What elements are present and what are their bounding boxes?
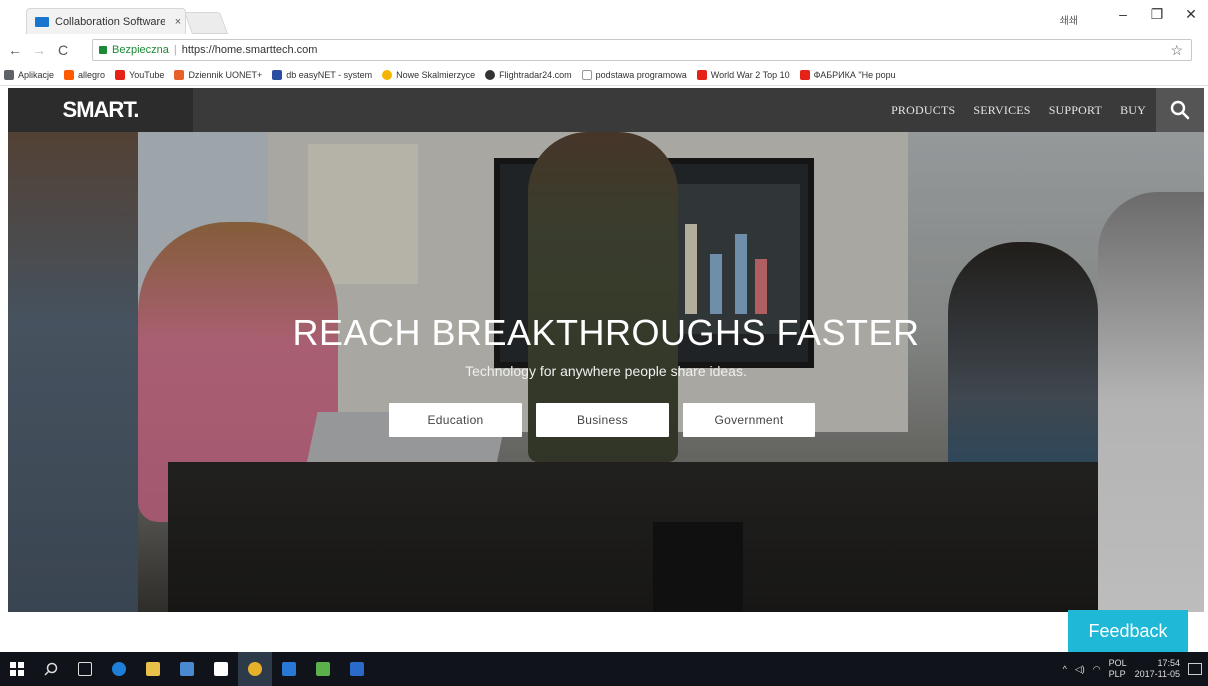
youtube-icon — [799, 69, 810, 80]
bookmark-youtube[interactable]: YouTube — [115, 69, 164, 80]
clock[interactable]: 17:54 2017-11-05 — [1135, 658, 1180, 680]
file-explorer-button[interactable] — [136, 652, 170, 686]
bookmark-easynet[interactable]: db easyNET - system — [272, 69, 372, 80]
url-text[interactable]: https://home.smarttech.com — [182, 44, 318, 56]
nav-services[interactable]: SERVICES — [973, 103, 1030, 118]
search-taskbar-button[interactable] — [34, 652, 68, 686]
checkmark-icon — [282, 662, 296, 676]
edge-icon — [112, 662, 126, 676]
app-button-4[interactable] — [340, 652, 374, 686]
store-button[interactable] — [204, 652, 238, 686]
task-view-button[interactable] — [68, 652, 102, 686]
task-view-icon — [78, 662, 92, 676]
nav-buy[interactable]: BUY — [1120, 103, 1146, 118]
logo-link[interactable]: SMART. — [8, 88, 193, 132]
windows-logo-icon — [10, 662, 24, 676]
url-separator: | — [173, 44, 177, 56]
cta-row: Education Business Government — [389, 403, 815, 437]
new-tab-button[interactable] — [183, 12, 229, 34]
close-window-icon[interactable]: ✕ — [1174, 6, 1208, 23]
easynet-icon — [272, 69, 283, 80]
notifications-icon[interactable] — [1188, 663, 1202, 675]
minimize-icon[interactable]: – — [1106, 6, 1140, 23]
apps-grid-icon — [4, 69, 14, 80]
maximize-icon[interactable]: ❐ — [1140, 6, 1174, 23]
browser-toolbar: ← → C Bezpieczna | https://home.smarttec… — [0, 36, 1208, 64]
flightradar-icon — [485, 69, 496, 80]
address-bar[interactable]: Bezpieczna | https://home.smarttech.com … — [92, 39, 1192, 61]
nav-products[interactable]: PRODUCTS — [891, 103, 955, 118]
search-icon — [1170, 100, 1190, 120]
secure-label: Bezpieczna — [112, 44, 169, 56]
edge-button[interactable] — [102, 652, 136, 686]
site-header: SMART. PRODUCTS SERVICES SUPPORT BUY — [8, 88, 1204, 132]
business-button[interactable]: Business — [536, 403, 669, 437]
search-button[interactable] — [1156, 88, 1204, 132]
tab-title: Collaboration Software | SMART — [55, 15, 165, 28]
tray-chevron-icon[interactable]: ^ — [1063, 664, 1067, 674]
volume-icon[interactable]: ◁) — [1075, 664, 1085, 675]
profile-label[interactable]: 쇄쇄 — [1060, 12, 1078, 27]
folder-icon — [146, 662, 160, 676]
wifi-icon[interactable]: ◠ — [1093, 664, 1101, 675]
smart-logo: SMART. — [62, 97, 140, 122]
smart-favicon-icon — [35, 16, 49, 27]
network-icon — [316, 662, 330, 676]
bookmark-podstawa[interactable]: podstawa programowa — [581, 69, 687, 80]
app-button-3[interactable] — [306, 652, 340, 686]
reload-icon[interactable]: C — [54, 42, 72, 58]
bookmark-dziennik[interactable]: Dziennik UONET+ — [174, 69, 262, 80]
dziennik-icon — [174, 69, 185, 80]
app-button-2[interactable] — [272, 652, 306, 686]
bookmark-fabrika[interactable]: ФАБРИКА "Не popu — [799, 69, 896, 80]
browser-tab[interactable]: Collaboration Software | SMART × — [26, 8, 186, 34]
store-bag-icon — [214, 662, 228, 676]
bookmark-apps[interactable]: Aplikacje — [4, 69, 54, 80]
tab-close-icon[interactable]: × — [171, 16, 185, 28]
app-icon — [180, 662, 194, 676]
bookmarks-bar: Aplikacje allegro YouTube Dziennik UONET… — [0, 64, 1208, 86]
feedback-button[interactable]: Feedback — [1068, 610, 1188, 652]
skalmierzyce-icon — [382, 69, 393, 80]
chrome-icon — [248, 662, 262, 676]
allegro-icon — [64, 69, 75, 80]
hero-subline: Technology for anywhere people share ide… — [465, 363, 747, 379]
outlook-icon — [350, 662, 364, 676]
start-button[interactable] — [0, 652, 34, 686]
chrome-button[interactable] — [238, 652, 272, 686]
youtube-icon — [696, 69, 707, 80]
system-tray: ^ ◁) ◠ POL PLP 17:54 2017-11-05 — [1063, 652, 1208, 686]
nav-support[interactable]: SUPPORT — [1049, 103, 1102, 118]
window-controls: – ❐ ✕ — [1106, 6, 1208, 23]
government-button[interactable]: Government — [683, 403, 815, 437]
youtube-icon — [115, 69, 126, 80]
bookmark-skalmierzyce[interactable]: Nowe Skalmierzyce — [382, 69, 475, 80]
page-icon — [581, 69, 592, 80]
hero-banner: REACH BREAKTHROUGHS FASTER Technology fo… — [8, 132, 1204, 612]
language-indicator[interactable]: POL PLP — [1109, 658, 1127, 680]
bookmark-flightradar[interactable]: Flightradar24.com — [485, 69, 572, 80]
webpage: SMART. PRODUCTS SERVICES SUPPORT BUY REA… — [8, 88, 1204, 652]
bookmark-star-icon[interactable]: ☆ — [1170, 42, 1183, 59]
search-icon — [44, 662, 58, 676]
forward-arrow-icon[interactable]: → — [30, 42, 48, 58]
browser-tabstrip: Collaboration Software | SMART × 쇄쇄 – ❐ … — [0, 0, 1208, 36]
education-button[interactable]: Education — [389, 403, 522, 437]
app-button-1[interactable] — [170, 652, 204, 686]
bookmark-allegro[interactable]: allegro — [64, 69, 105, 80]
hero-headline: REACH BREAKTHROUGHS FASTER — [292, 312, 920, 353]
lock-icon — [99, 46, 107, 54]
main-nav: PRODUCTS SERVICES SUPPORT BUY — [891, 88, 1146, 132]
back-arrow-icon[interactable]: ← — [6, 42, 24, 58]
windows-taskbar: ^ ◁) ◠ POL PLP 17:54 2017-11-05 — [0, 652, 1208, 686]
bookmark-ww2[interactable]: World War 2 Top 10 — [696, 69, 790, 80]
